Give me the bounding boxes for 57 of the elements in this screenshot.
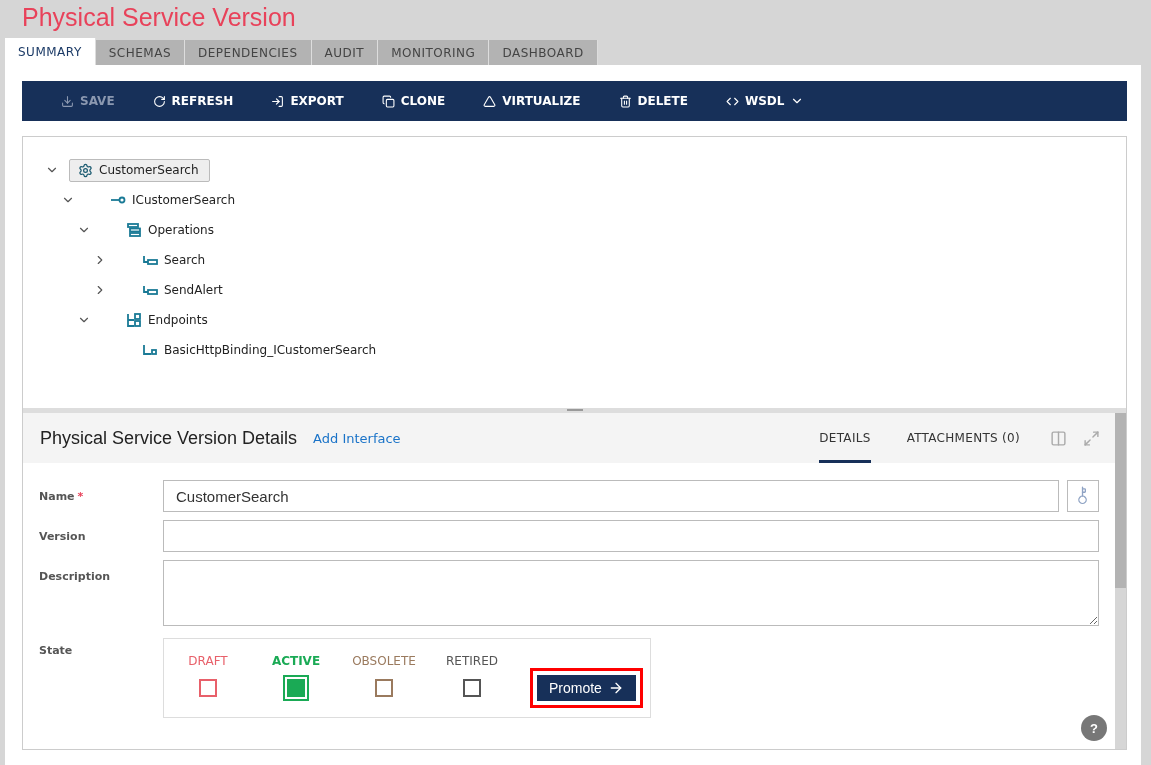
toolbar-button[interactable]: VIRTUALIZE [464,81,600,121]
state-label: ACTIVE [271,654,321,668]
tree-node[interactable]: CustomerSearch [69,158,210,182]
field-label: State [39,643,74,657]
refresh-icon [152,94,166,108]
state-label: RETIRED [446,654,498,668]
tab[interactable]: ATTACHMENTS (0) [906,413,1020,463]
tree-node[interactable]: BasicHttpBinding_ICustomerSearch [133,338,388,362]
state-marker[interactable] [199,679,217,697]
input-field[interactable] [163,560,1099,626]
tab[interactable]: AUDIT [311,40,379,65]
tab[interactable]: SUMMARY [5,38,96,65]
stack-icon [126,222,142,238]
add-interface-link[interactable]: Add Interface [313,430,401,446]
gear-icon [78,162,93,178]
details-title: Physical Service Version Details [40,427,298,449]
input-field[interactable]: CustomerSearch [163,480,1059,512]
split-view-icon[interactable] [1050,429,1067,447]
tree-node[interactable]: Operations [117,218,225,242]
toolbar-button[interactable]: REFRESH [133,81,253,121]
scrollbar-thumb[interactable] [1115,413,1126,588]
tree-node[interactable]: Endpoints [117,308,219,332]
download-icon [61,94,74,108]
toolbar-button[interactable]: DELETE [599,81,707,121]
trash-icon [618,94,632,108]
page-title: Physical Service Version [22,3,297,33]
state-marker[interactable] [375,679,393,697]
state-marker[interactable] [463,679,481,697]
triangle-icon [483,94,497,108]
field-label: Name * [39,489,85,503]
tab[interactable]: DEPENDENCIES [185,40,312,65]
tab[interactable]: DASHBOARD [489,40,598,65]
copy-icon [381,94,395,108]
required-mark: * [77,490,84,503]
state-label: DRAFT [188,654,228,668]
tab[interactable]: SCHEMAS [95,40,185,65]
hierarchy-icon [126,312,142,328]
tree-node[interactable]: SendAlert [133,278,234,302]
state-label: OBSOLETE [352,654,416,668]
state-marker[interactable] [283,675,309,701]
tree-node[interactable]: ICustomerSearch [101,188,247,212]
export-icon [271,94,285,108]
scrollbar[interactable] [1115,413,1126,749]
tree-node[interactable]: Search [133,248,217,272]
expand-icon[interactable] [1083,429,1100,447]
endpoint-icon [142,342,158,358]
help-button[interactable]: ? [1081,715,1107,741]
input-field[interactable] [163,520,1099,552]
field-label: Description [39,569,112,583]
toolbar-button[interactable]: CLONE [362,81,465,121]
promote-button[interactable]: Promote [537,675,636,701]
toolbar-button[interactable]: EXPORT [252,81,363,121]
tab[interactable]: MONITORING [378,40,490,65]
toolbar-button[interactable]: WSDL [706,81,824,121]
field-label: Version [39,529,87,543]
tab[interactable]: DETAILS [819,413,871,463]
key-button[interactable] [1067,480,1099,512]
